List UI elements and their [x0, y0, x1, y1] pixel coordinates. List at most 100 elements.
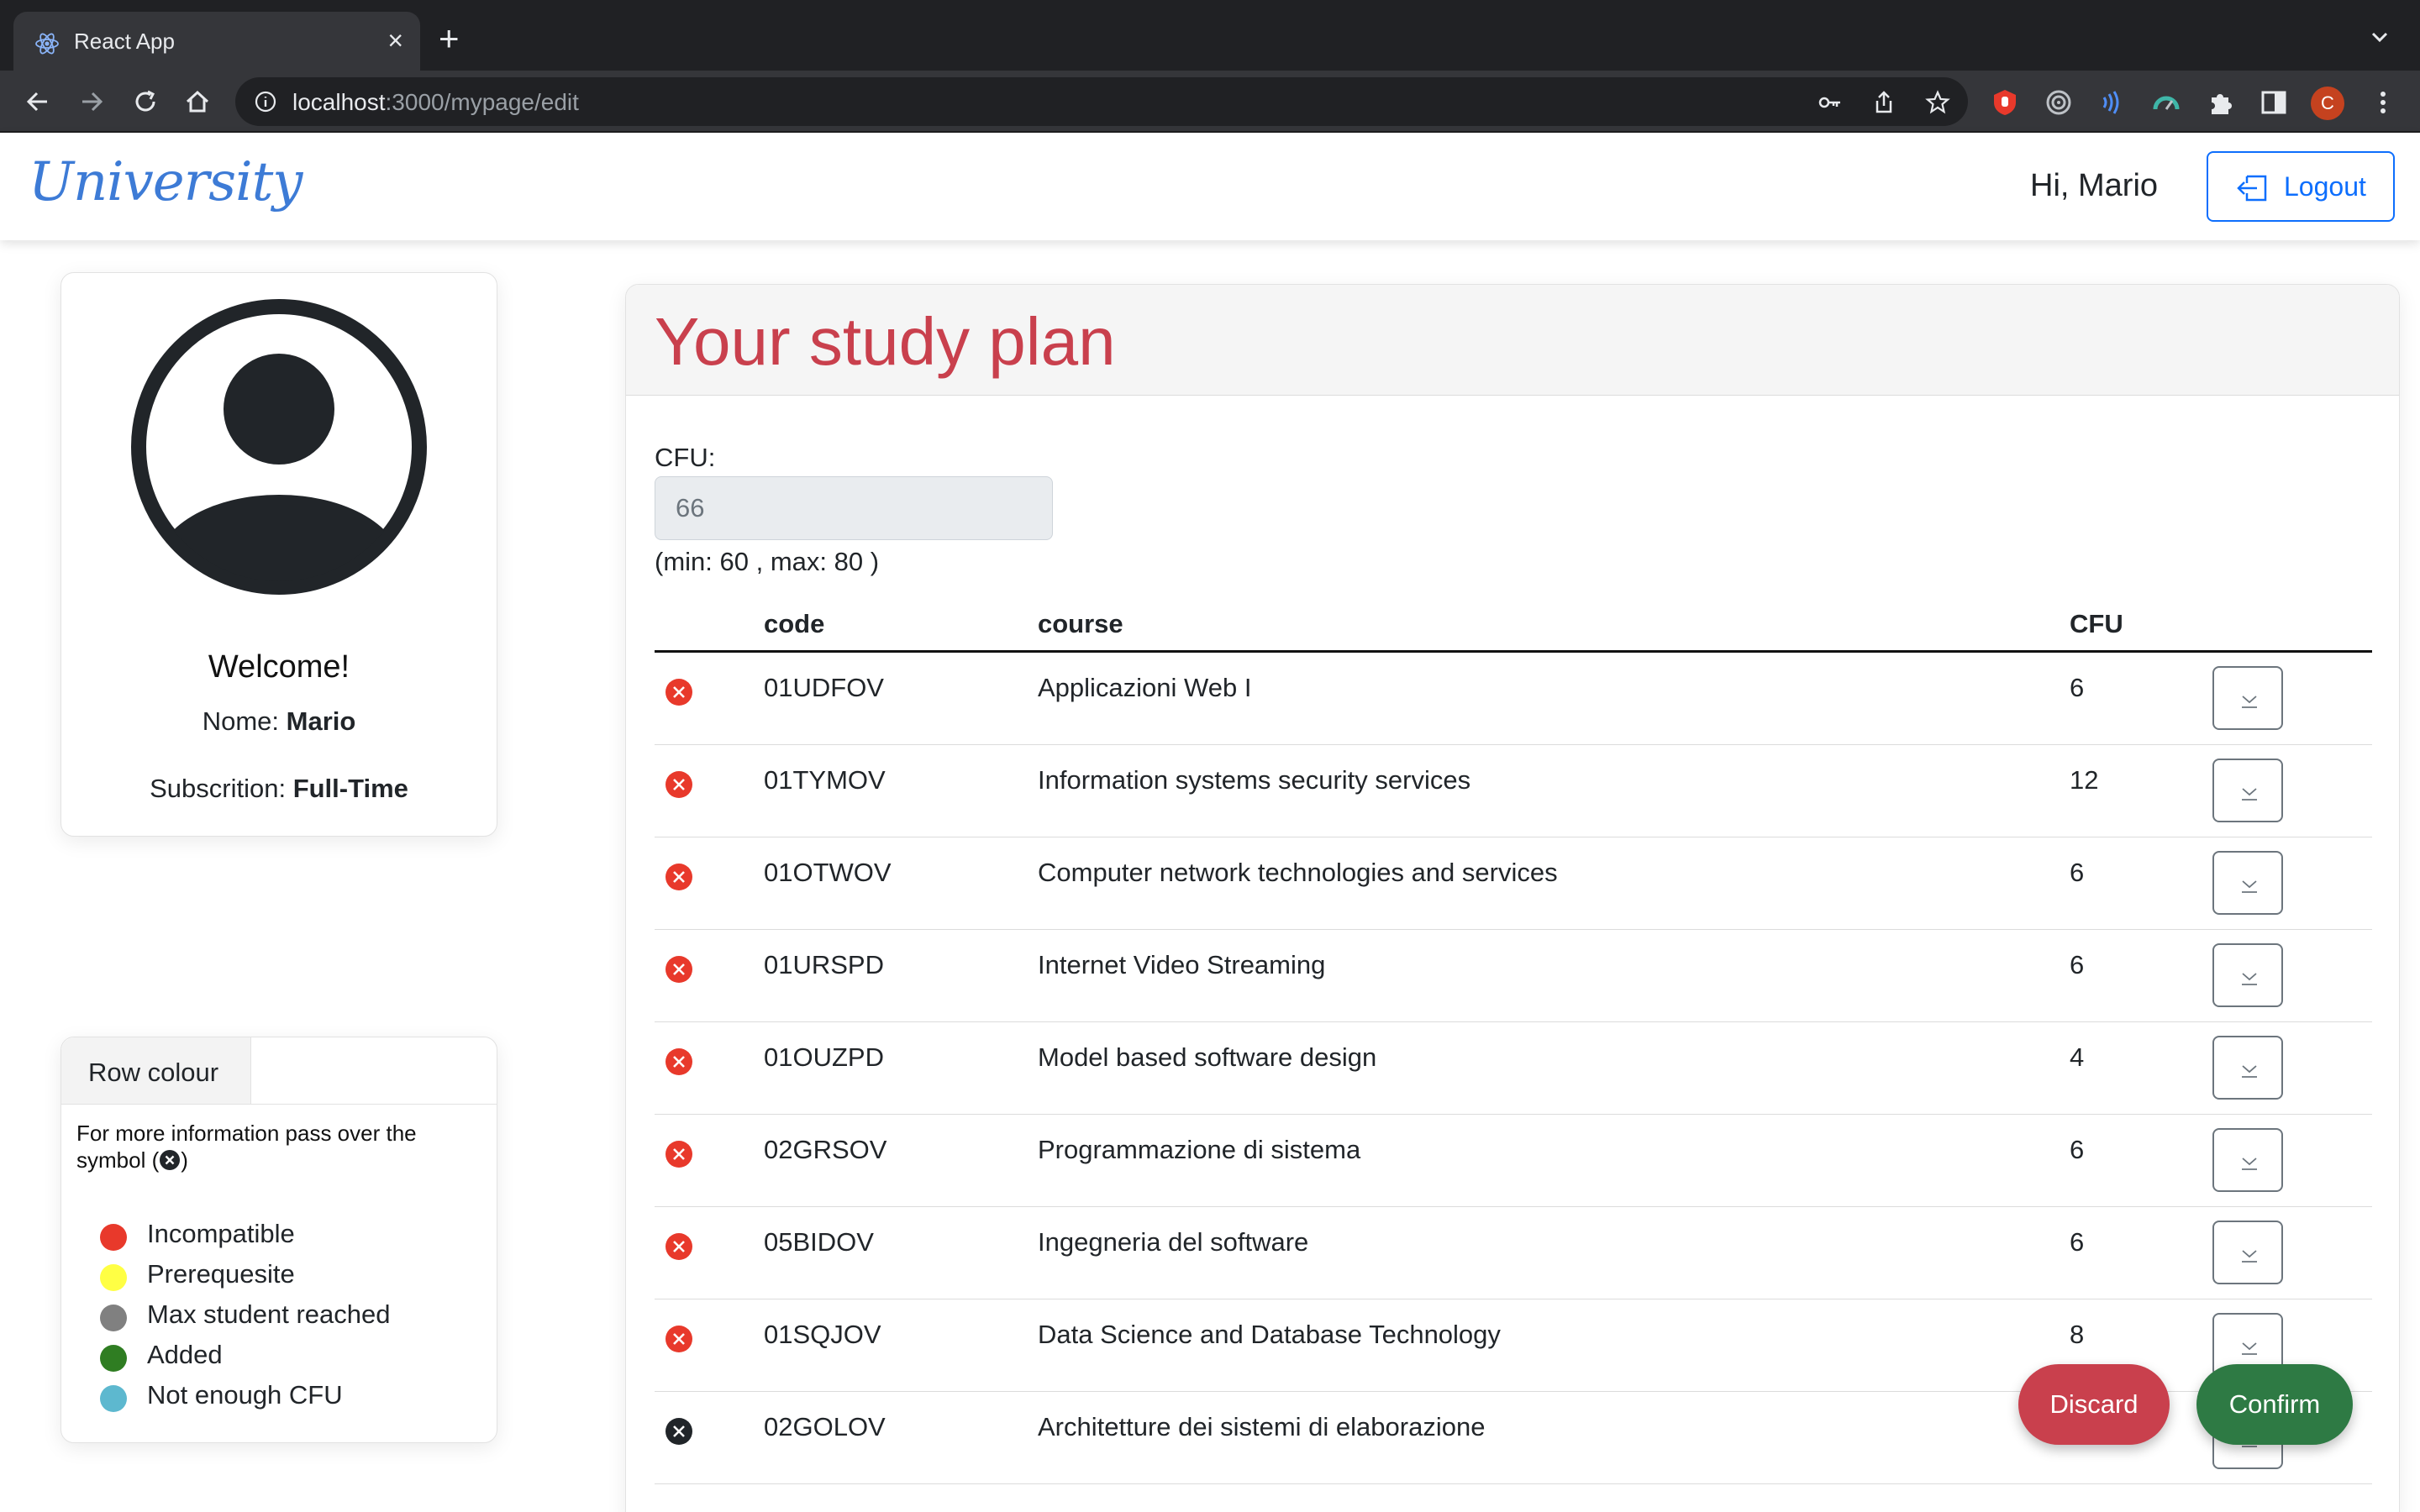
- x-circle-icon[interactable]: [665, 1417, 693, 1446]
- course-name: Information systems security services: [1038, 765, 1471, 795]
- course-name: Data Science and Database Technology: [1038, 1320, 1501, 1349]
- profile-card: Welcome! Nome: Mario Subscrition: Full-T…: [60, 272, 497, 837]
- table-row: 01TYMOV Information systems security serv…: [655, 745, 2372, 837]
- x-circle-icon[interactable]: [665, 1047, 693, 1076]
- table-row: 01UDFOV Applicazioni Web I 6: [655, 653, 2372, 745]
- expand-row-button[interactable]: [2212, 666, 2283, 730]
- home-icon[interactable]: [182, 86, 213, 118]
- cfu-total-field: [655, 476, 1053, 540]
- chevron-down-icon: [2242, 788, 2257, 801]
- legend-label: Max student reached: [147, 1299, 391, 1329]
- x-circle-icon[interactable]: [665, 955, 693, 984]
- x-circle-icon[interactable]: [665, 678, 693, 706]
- course-code: 05BIDOV: [764, 1227, 874, 1257]
- legend-label: Prerequesite: [147, 1259, 295, 1289]
- new-tab-button[interactable]: +: [439, 21, 460, 56]
- expand-row-button[interactable]: [2212, 1128, 2283, 1192]
- x-circle-icon[interactable]: [665, 1325, 693, 1353]
- legend-color-dot: [100, 1224, 127, 1251]
- address-bar[interactable]: localhost:3000/mypage/edit: [235, 77, 1968, 126]
- logout-label: Logout: [2284, 171, 2366, 202]
- legend-color-dot: [100, 1345, 127, 1372]
- course-code: 01OUZPD: [764, 1042, 884, 1072]
- back-arrow-icon[interactable]: [22, 86, 54, 118]
- signal-extension-icon[interactable]: [2097, 87, 2128, 118]
- course-name: Model based software design: [1038, 1042, 1377, 1072]
- user-greeting: Hi, Mario: [2030, 168, 2159, 203]
- course-code: 01OTWOV: [764, 858, 892, 887]
- browser-tab-bar: React App × +: [0, 0, 2420, 71]
- speed-extension-icon[interactable]: [2151, 87, 2181, 118]
- course-cfu: 4: [2070, 1042, 2085, 1072]
- x-circle-icon[interactable]: [665, 770, 693, 799]
- browser-tab[interactable]: React App ×: [13, 12, 420, 71]
- legend-tab[interactable]: Row colour: [61, 1037, 251, 1105]
- legend-label: Added: [147, 1340, 223, 1369]
- user-subscription: Subscrition: Full-Time: [150, 774, 408, 803]
- brand-logo[interactable]: University: [29, 151, 302, 213]
- table-row: 01OUZPD Model based software design 4: [655, 1022, 2372, 1115]
- info-icon[interactable]: [254, 90, 277, 113]
- user-name: Nome: Mario: [202, 706, 356, 736]
- x-circle-icon[interactable]: [665, 1140, 693, 1168]
- expand-row-button[interactable]: [2212, 1036, 2283, 1100]
- forward-arrow-icon[interactable]: [76, 86, 108, 118]
- chevron-down-icon: [2242, 1250, 2257, 1263]
- chevron-down-icon: [2242, 880, 2257, 893]
- legend-label: Incompatible: [147, 1219, 295, 1248]
- course-cfu: 12: [2070, 765, 2099, 795]
- x-circle-icon: [160, 1150, 181, 1170]
- course-name: Applicazioni Web I: [1038, 673, 1252, 702]
- course-name: Computer network technologies and servic…: [1038, 858, 1558, 887]
- column-header-cfu[interactable]: CFU: [2070, 609, 2123, 639]
- expand-row-button[interactable]: [2212, 851, 2283, 915]
- course-code: 01URSPD: [764, 950, 884, 979]
- legend-color-dot: [100, 1305, 127, 1331]
- adblock-extension-icon[interactable]: [1990, 87, 2020, 118]
- expand-row-button[interactable]: [2212, 759, 2283, 822]
- legend-label: Not enough CFU: [147, 1380, 343, 1410]
- course-cfu: 6: [2070, 673, 2085, 702]
- course-code: 01UDFOV: [764, 673, 884, 702]
- course-code: 01TYMOV: [764, 765, 886, 795]
- browser-toolbar: localhost:3000/mypage/edit C: [0, 71, 2420, 133]
- study-plan-card: Your study plan CFU: (min: 60 , max: 80 …: [625, 284, 2400, 1512]
- more-menu-icon[interactable]: [2368, 87, 2398, 118]
- chevron-down-icon: [2242, 1158, 2257, 1170]
- cfu-range-text: (min: 60 , max: 80 ): [655, 547, 880, 576]
- table-row: 01OTWOV Computer network technologies and…: [655, 837, 2372, 930]
- chevron-down-icon[interactable]: [2368, 25, 2391, 49]
- key-icon[interactable]: [1817, 89, 1844, 116]
- x-circle-icon[interactable]: [665, 1232, 693, 1261]
- column-header-code[interactable]: code: [764, 609, 824, 639]
- discard-button[interactable]: Discard: [2018, 1364, 2170, 1445]
- course-cfu: 6: [2070, 950, 2085, 979]
- expand-row-button[interactable]: [2212, 943, 2283, 1007]
- course-cfu: 6: [2070, 858, 2085, 887]
- table-body: 01UDFOV Applicazioni Web I 6 01TYMOV Informa…: [655, 653, 2372, 1484]
- fingerprint-extension-icon[interactable]: [2044, 87, 2074, 118]
- react-icon: [35, 33, 59, 55]
- x-circle-icon[interactable]: [665, 863, 693, 891]
- row-colour-legend: Row colour For more information pass ove…: [60, 1037, 497, 1443]
- column-header-course[interactable]: course: [1038, 609, 1123, 639]
- user-avatar-icon: [131, 299, 427, 595]
- study-plan-table: code course CFU 01UDFOV Applicazioni Web …: [655, 591, 2372, 1484]
- study-plan-header: Your study plan: [626, 285, 2399, 396]
- sidepanel-icon[interactable]: [2259, 87, 2289, 118]
- reload-icon[interactable]: [129, 86, 161, 118]
- course-name: Internet Video Streaming: [1038, 950, 1326, 979]
- expand-row-button[interactable]: [2212, 1221, 2283, 1284]
- share-icon[interactable]: [1870, 89, 1897, 116]
- page-title: Your study plan: [655, 304, 1116, 379]
- tab-close-icon[interactable]: ×: [387, 25, 403, 55]
- profile-avatar[interactable]: C: [2311, 87, 2344, 120]
- course-name: Ingegneria del software: [1038, 1227, 1309, 1257]
- puzzle-extension-icon[interactable]: [2205, 87, 2235, 118]
- star-icon[interactable]: [1924, 89, 1951, 116]
- course-cfu: 8: [2070, 1320, 2085, 1349]
- url-text[interactable]: localhost:3000/mypage/edit: [292, 89, 579, 116]
- confirm-button[interactable]: Confirm: [2196, 1364, 2353, 1445]
- logout-button[interactable]: Logout: [2207, 151, 2395, 222]
- cfu-label: CFU:: [655, 443, 716, 472]
